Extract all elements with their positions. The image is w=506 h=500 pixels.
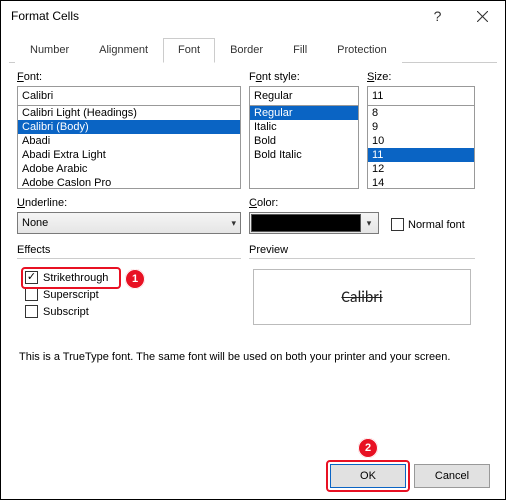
effects-label: Effects [17, 244, 241, 258]
titlebar: Format Cells ? [1, 1, 505, 31]
tab-panel-font: Font: Calibri Light (Headings) Calibri (… [1, 63, 505, 367]
tab-strip: Number Alignment Font Border Fill Protec… [9, 37, 497, 63]
tab-font[interactable]: Font [163, 38, 215, 63]
font-description: This is a TrueType font. The same font w… [19, 351, 487, 363]
tab-alignment[interactable]: Alignment [84, 38, 163, 63]
subscript-label: Subscript [43, 306, 89, 318]
style-option[interactable]: Bold Italic [250, 148, 358, 162]
superscript-checkbox[interactable] [25, 288, 38, 301]
strikethrough-checkbox[interactable] [25, 271, 38, 284]
normal-font-label: Normal font [408, 219, 465, 231]
size-option[interactable]: 11 [368, 148, 474, 162]
chevron-down-icon: ▾ [361, 218, 377, 229]
font-style-input[interactable] [249, 86, 359, 106]
preview-box: Calibri [253, 269, 471, 325]
font-option[interactable]: Abadi [18, 134, 240, 148]
font-label: Font: [17, 71, 241, 83]
font-option[interactable]: Abadi Extra Light [18, 148, 240, 162]
normal-font-checkbox[interactable] [391, 218, 404, 231]
preview-sample-text: Calibri [341, 288, 382, 307]
help-button[interactable]: ? [415, 1, 460, 31]
subscript-checkbox[interactable] [25, 305, 38, 318]
font-option[interactable]: Adobe Caslon Pro [18, 176, 240, 189]
size-option[interactable]: 14 [368, 176, 474, 189]
underline-label: Underline: [17, 197, 241, 209]
underline-select[interactable]: None ▾ [17, 212, 241, 234]
size-option[interactable]: 9 [368, 120, 474, 134]
annotation-badge-2: 2 [358, 438, 378, 458]
style-option[interactable]: Italic [250, 120, 358, 134]
font-style-listbox[interactable]: Regular Italic Bold Bold Italic [249, 105, 359, 189]
style-option[interactable]: Bold [250, 134, 358, 148]
close-button[interactable] [460, 1, 505, 31]
font-option[interactable]: Adobe Arabic [18, 162, 240, 176]
effects-group: Strikethrough 1 Superscript Subscript [17, 258, 241, 326]
ok-button[interactable]: OK [330, 464, 406, 488]
font-listbox[interactable]: Calibri Light (Headings) Calibri (Body) … [17, 105, 241, 189]
font-input[interactable] [17, 86, 241, 106]
annotation-badge-1: 1 [125, 269, 145, 289]
dialog-button-row: OK 2 Cancel [330, 464, 490, 488]
tab-fill[interactable]: Fill [278, 38, 322, 63]
tab-number[interactable]: Number [15, 38, 84, 63]
size-input[interactable] [367, 86, 475, 106]
underline-value: None [22, 217, 48, 229]
size-option[interactable]: 10 [368, 134, 474, 148]
strikethrough-label: Strikethrough [43, 272, 108, 284]
font-option[interactable]: Calibri Light (Headings) [18, 106, 240, 120]
size-label: Size: [367, 71, 475, 83]
preview-label: Preview [249, 244, 475, 258]
font-option[interactable]: Calibri (Body) [18, 120, 240, 134]
style-option[interactable]: Regular [250, 106, 358, 120]
cancel-button[interactable]: Cancel [414, 464, 490, 488]
tab-border[interactable]: Border [215, 38, 278, 63]
color-swatch [251, 214, 361, 232]
tab-protection[interactable]: Protection [322, 38, 402, 63]
size-option[interactable]: 12 [368, 162, 474, 176]
size-option[interactable]: 8 [368, 106, 474, 120]
font-style-label: Font style: [249, 71, 359, 83]
window-title: Format Cells [11, 9, 415, 23]
chevron-down-icon: ▾ [231, 218, 236, 229]
superscript-label: Superscript [43, 289, 99, 301]
size-listbox[interactable]: 8 9 10 11 12 14 [367, 105, 475, 189]
color-label: Color: [249, 197, 379, 209]
color-select[interactable]: ▾ [249, 212, 379, 234]
